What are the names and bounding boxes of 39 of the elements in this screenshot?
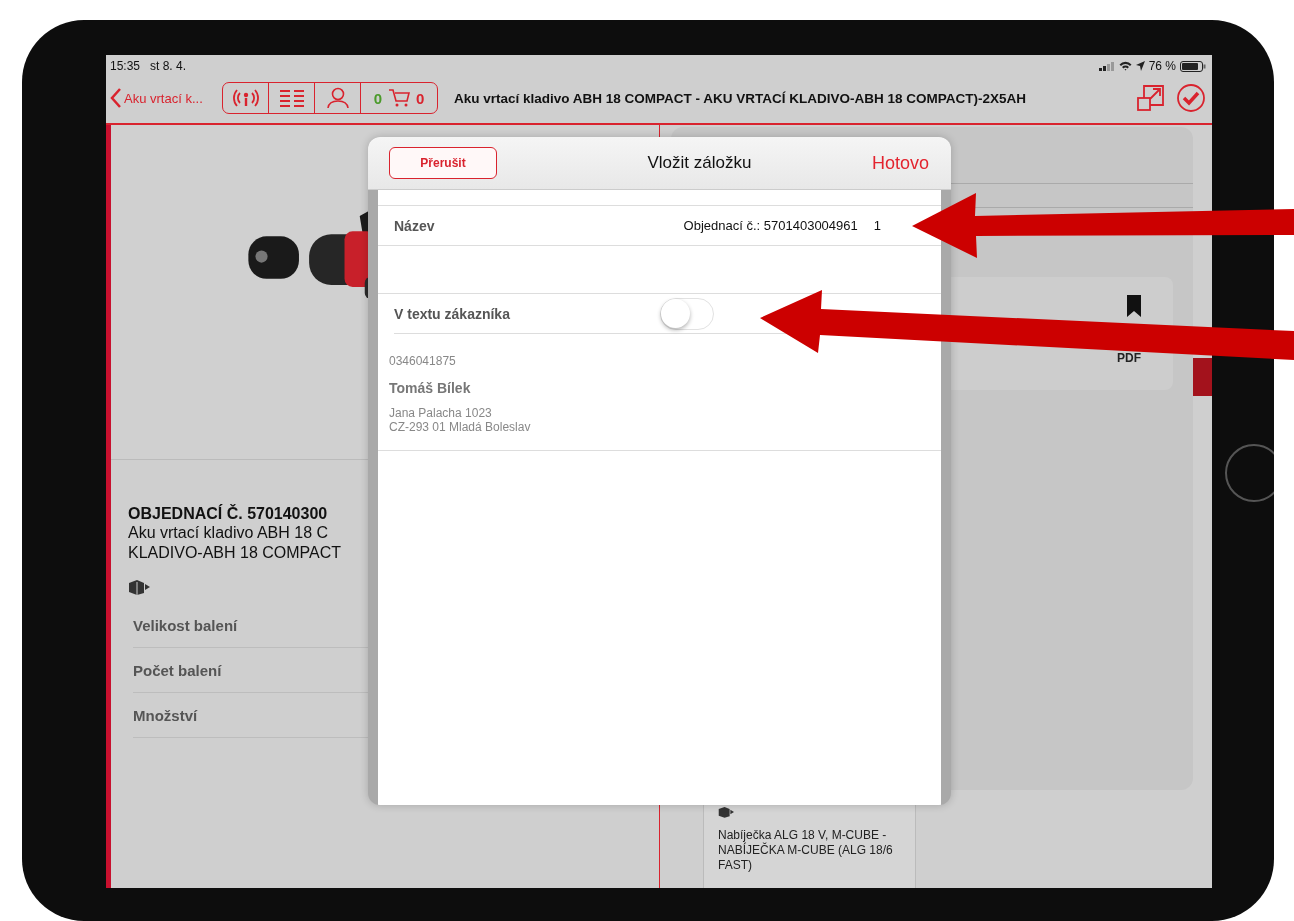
home-button[interactable] [1225,444,1274,502]
battery-percent: 76 % [1148,59,1176,73]
product-description: KLADIVO-ABH 18 COMPACT [128,543,343,563]
status-time: 15:35 [110,59,141,73]
related-product-name: Nabíječka ALG 18 V, M-CUBE - NABÍJEČKA M-CUBE (ALG 18/6 FAST) [718,828,894,873]
name-label: Název [394,217,435,234]
product-description: Aku vrtací kladivo ABH 18 C [128,523,330,543]
signal-icon [1098,61,1115,71]
cart-count: 0 [373,89,382,107]
expand-icon[interactable] [1136,83,1166,113]
toggle-label: V textu zákazníka [394,305,510,322]
confirm-icon[interactable] [1176,83,1206,113]
toggle-switch[interactable] [659,297,714,330]
battery-icon [1180,60,1206,72]
person-icon [325,87,350,109]
customer-address: Jana Palacha 1023 [389,406,493,420]
quantity-value: 1 [873,218,881,233]
cart-total: 0 [416,89,425,107]
customer-phone: 0346041875 [389,354,457,368]
back-button[interactable]: Aku vrtací k... [110,88,222,108]
bookmark-icon [1127,295,1141,317]
wifi-icon [1118,61,1132,71]
name-value: Objednací č.: 5701403004961 [683,218,858,233]
pallet-icon [718,806,734,818]
cart-icon [388,88,410,108]
pallet-icon [128,579,150,595]
done-button[interactable]: Hotovo [871,152,929,174]
cancel-button[interactable]: Přerušit [389,147,497,179]
customer-address: CZ-293 01 Mladá Boleslav [389,420,532,434]
product-title: Aku vrtací kladivo ABH 18 COMPACT - AKU VRTACÍ KLADIVO-ABH 18 COMPACT)-2X5AH [454,90,1028,106]
list-icon [277,89,306,107]
location-icon [1135,61,1145,71]
order-number: OBJEDNACÍ Č. 570140300 [128,505,329,523]
status-date: st 8. 4. [150,59,187,73]
dialog-title: Vložit záložku [647,153,752,173]
document-label: PDF [1117,351,1141,365]
back-chevron-icon [110,88,122,108]
customer-name: Tomáš Bílek [389,380,472,396]
side-tab[interactable] [1192,358,1212,396]
